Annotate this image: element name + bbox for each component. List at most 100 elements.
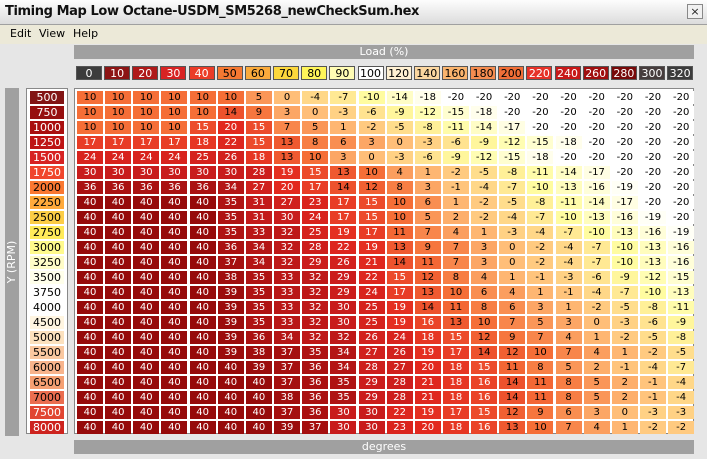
table-cell[interactable]: 40 xyxy=(161,241,188,254)
table-cell[interactable]: 16 xyxy=(471,376,498,389)
table-cell[interactable]: -10 xyxy=(611,256,638,269)
table-cell[interactable]: 20 xyxy=(414,421,441,434)
table-cell[interactable]: 4 xyxy=(499,286,526,299)
table-cell[interactable]: 4 xyxy=(442,226,469,239)
table-cell[interactable]: -20 xyxy=(611,151,638,164)
table-cell[interactable]: 19 xyxy=(414,406,441,419)
table-cell[interactable]: 40 xyxy=(105,331,132,344)
table-cell[interactable]: -20 xyxy=(471,91,498,104)
table-cell[interactable]: -14 xyxy=(386,91,413,104)
table-cell[interactable]: 30 xyxy=(330,421,357,434)
table-cell[interactable]: 40 xyxy=(133,241,160,254)
table-cell[interactable]: -6 xyxy=(583,271,610,284)
table-cell[interactable]: 14 xyxy=(330,181,357,194)
table-cell[interactable]: 27 xyxy=(386,361,413,374)
table-cell[interactable]: 11 xyxy=(414,256,441,269)
table-cell[interactable]: 35 xyxy=(245,271,272,284)
table-cell[interactable]: 17 xyxy=(330,211,357,224)
table-cell[interactable]: 20 xyxy=(414,361,441,374)
table-cell[interactable]: 24 xyxy=(386,331,413,344)
table-cell[interactable]: -20 xyxy=(640,181,666,194)
table-cell[interactable]: -19 xyxy=(611,181,638,194)
table-cell[interactable]: -2 xyxy=(358,121,385,134)
table-cell[interactable]: 3 xyxy=(471,256,498,269)
table-cell[interactable]: 15 xyxy=(386,271,413,284)
table-cell[interactable]: 5 xyxy=(583,391,610,404)
table-cell[interactable]: 30 xyxy=(105,166,132,179)
table-cell[interactable]: -2 xyxy=(471,211,498,224)
table-cell[interactable]: 6 xyxy=(330,136,357,149)
table-cell[interactable]: 8 xyxy=(471,301,498,314)
table-cell[interactable]: 35 xyxy=(245,286,272,299)
table-cell[interactable]: 36 xyxy=(302,406,329,419)
table-cell[interactable]: 17 xyxy=(77,136,103,149)
table-cell[interactable]: -20 xyxy=(640,121,666,134)
table-cell[interactable]: 1 xyxy=(555,301,582,314)
table-cell[interactable]: 19 xyxy=(358,241,385,254)
table-cell[interactable]: 20 xyxy=(274,181,301,194)
table-cell[interactable]: 18 xyxy=(189,136,216,149)
table-cell[interactable]: 26 xyxy=(386,346,413,359)
table-cell[interactable]: 17 xyxy=(442,406,469,419)
table-cell[interactable]: -4 xyxy=(668,376,695,389)
table-cell[interactable]: 31 xyxy=(245,196,272,209)
table-cell[interactable]: -7 xyxy=(611,286,638,299)
table-cell[interactable]: -17 xyxy=(583,166,610,179)
table-cell[interactable]: -20 xyxy=(668,91,695,104)
table-cell[interactable]: 7 xyxy=(274,121,301,134)
table-cell[interactable]: 33 xyxy=(274,316,301,329)
table-cell[interactable]: 30 xyxy=(330,406,357,419)
table-cell[interactable]: 40 xyxy=(161,211,188,224)
table-cell[interactable]: 10 xyxy=(189,106,216,119)
table-cell[interactable]: -17 xyxy=(499,121,526,134)
table-cell[interactable]: 2 xyxy=(583,361,610,374)
table-cell[interactable]: -20 xyxy=(555,106,582,119)
table-cell[interactable]: 17 xyxy=(386,286,413,299)
table-cell[interactable]: -4 xyxy=(471,181,498,194)
table-cell[interactable]: 40 xyxy=(105,211,132,224)
table-cell[interactable]: 40 xyxy=(133,421,160,434)
table-cell[interactable]: -3 xyxy=(611,316,638,329)
table-cell[interactable]: 15 xyxy=(358,211,385,224)
table-cell[interactable]: 40 xyxy=(217,361,244,374)
table-cell[interactable]: 40 xyxy=(161,331,188,344)
table-cell[interactable]: -1 xyxy=(640,376,666,389)
table-cell[interactable]: -18 xyxy=(471,106,498,119)
table-cell[interactable]: 30 xyxy=(330,316,357,329)
table-cell[interactable]: 3 xyxy=(583,406,610,419)
table-cell[interactable]: 8 xyxy=(527,361,554,374)
table-cell[interactable]: 36 xyxy=(302,391,329,404)
table-cell[interactable]: -2 xyxy=(583,301,610,314)
table-cell[interactable]: -7 xyxy=(583,256,610,269)
table-cell[interactable]: 36 xyxy=(105,181,132,194)
table-cell[interactable]: 39 xyxy=(217,346,244,359)
table-cell[interactable]: -20 xyxy=(640,196,666,209)
table-cell[interactable]: 17 xyxy=(302,181,329,194)
table-cell[interactable]: 26 xyxy=(358,331,385,344)
table-cell[interactable]: 10 xyxy=(105,121,132,134)
table-cell[interactable]: 30 xyxy=(358,421,385,434)
table-cell[interactable]: 0 xyxy=(386,136,413,149)
table-cell[interactable]: 40 xyxy=(105,301,132,314)
table-cell[interactable]: 38 xyxy=(274,391,301,404)
table-cell[interactable]: 40 xyxy=(133,376,160,389)
table-cell[interactable]: 3 xyxy=(414,181,441,194)
table-cell[interactable]: 13 xyxy=(274,136,301,149)
table-cell[interactable]: 18 xyxy=(442,391,469,404)
table-cell[interactable]: 40 xyxy=(105,256,132,269)
table-cell[interactable]: 40 xyxy=(77,301,103,314)
table-cell[interactable]: -2 xyxy=(611,331,638,344)
table-cell[interactable]: 38 xyxy=(217,271,244,284)
table-cell[interactable]: 40 xyxy=(161,301,188,314)
table-cell[interactable]: -20 xyxy=(499,91,526,104)
table-cell[interactable]: 3 xyxy=(527,301,554,314)
table-cell[interactable]: 19 xyxy=(330,226,357,239)
table-cell[interactable]: 40 xyxy=(189,346,216,359)
table-cell[interactable]: 40 xyxy=(161,376,188,389)
table-cell[interactable]: 40 xyxy=(217,421,244,434)
table-cell[interactable]: 38 xyxy=(245,346,272,359)
table-cell[interactable]: 1 xyxy=(611,421,638,434)
table-cell[interactable]: 10 xyxy=(358,166,385,179)
table-cell[interactable]: -9 xyxy=(471,136,498,149)
table-cell[interactable]: 11 xyxy=(527,376,554,389)
